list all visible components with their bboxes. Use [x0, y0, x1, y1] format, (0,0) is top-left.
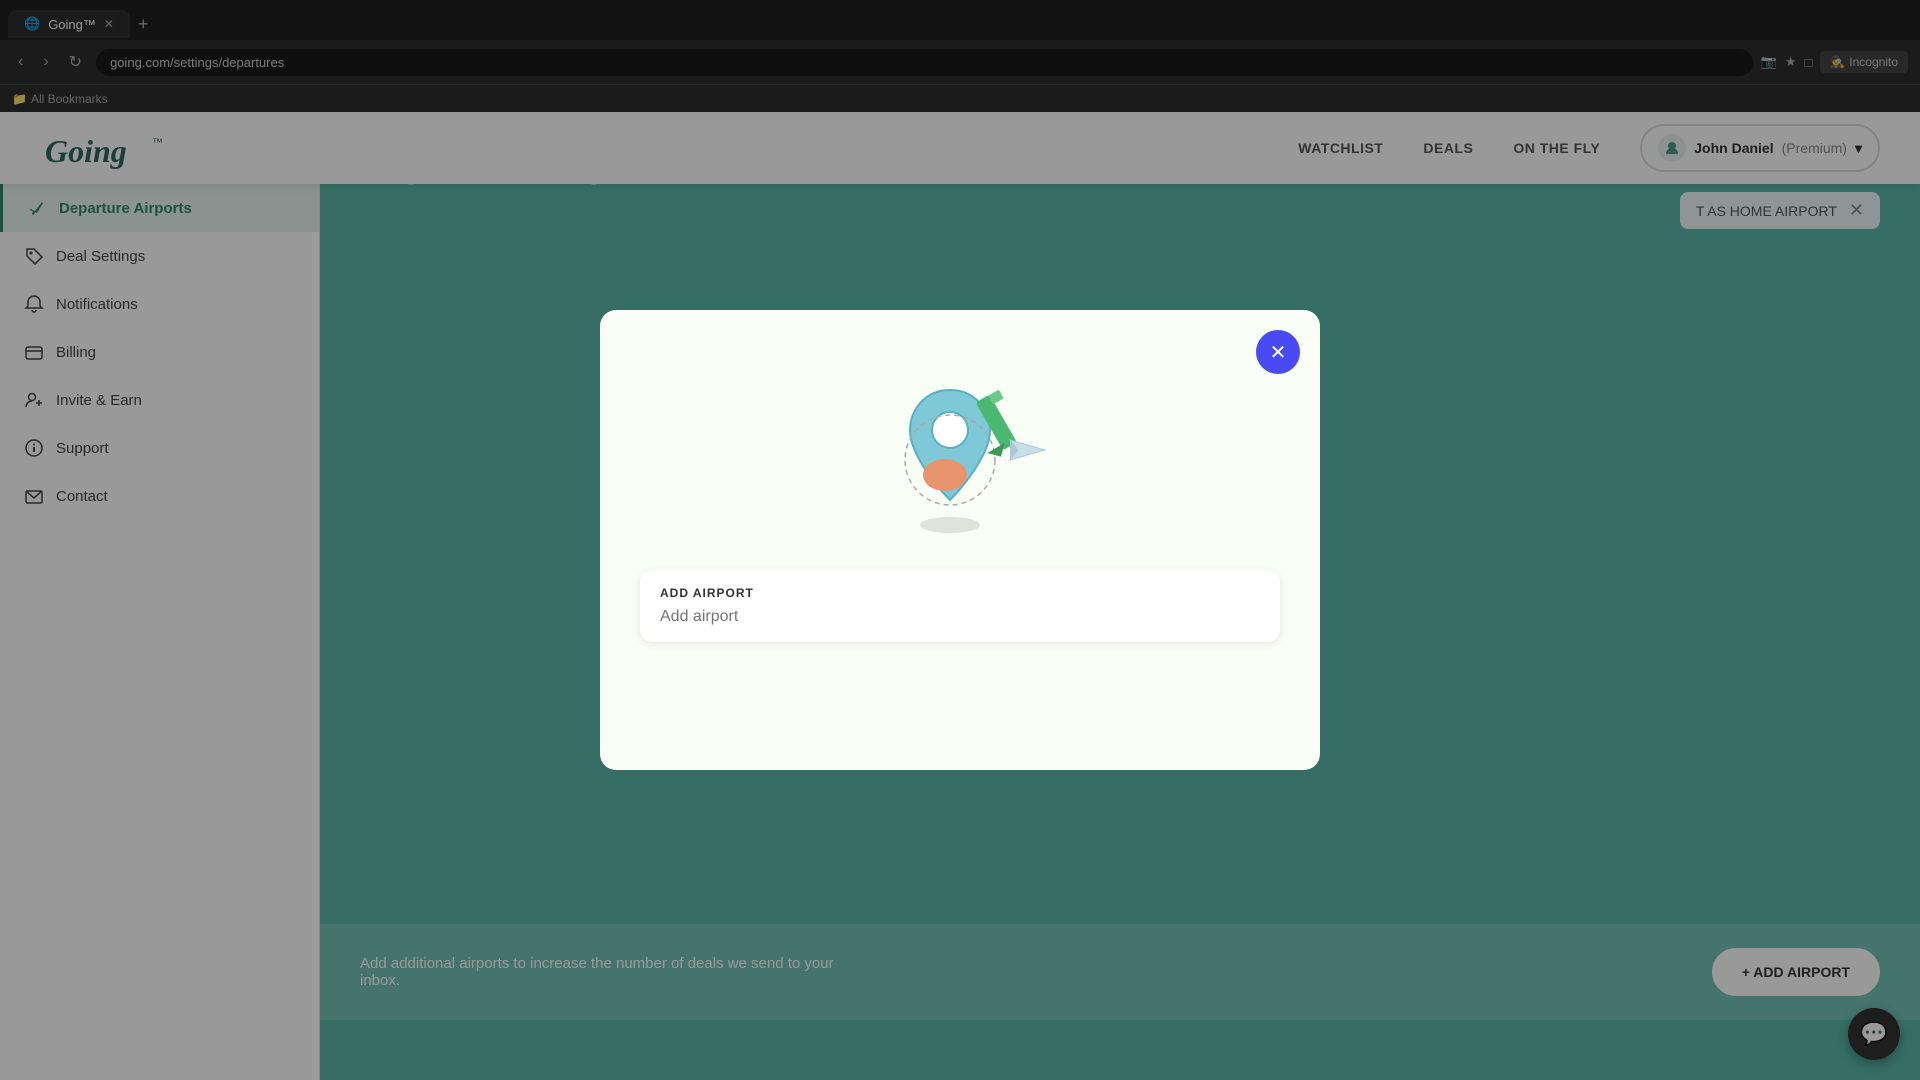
- airport-illustration: [870, 370, 1070, 540]
- modal-overlay[interactable]: ✕: [0, 0, 1920, 1080]
- add-airport-modal: ✕: [600, 310, 1320, 770]
- modal-illustration: [870, 370, 1050, 530]
- airport-search-input[interactable]: [660, 608, 1260, 626]
- modal-close-button[interactable]: ✕: [1256, 330, 1300, 374]
- close-icon: ✕: [1270, 340, 1287, 365]
- input-label: ADD AIRPORT: [660, 586, 1260, 600]
- airport-input-section: ADD AIRPORT: [640, 570, 1280, 642]
